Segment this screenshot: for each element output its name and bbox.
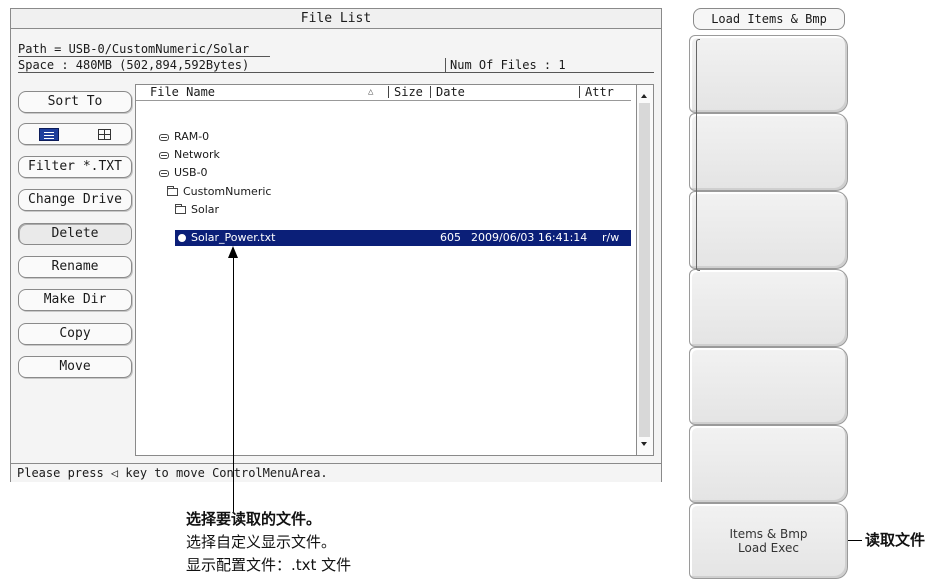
file-icon: [178, 234, 186, 242]
softkey-menu-title: Load Items & Bmp: [693, 8, 845, 30]
selected-file-row[interactable]: Solar_Power.txt 605 2009/06/03 16:41:14 …: [175, 230, 631, 246]
view-toggle[interactable]: [18, 123, 132, 145]
drive-icon: [159, 151, 169, 159]
load-exec-line-2: Load Exec: [738, 541, 799, 555]
scrollbar[interactable]: [636, 85, 653, 455]
drive-icon: [159, 169, 169, 177]
softkey-2[interactable]: [689, 113, 848, 191]
file-size: 605: [440, 231, 461, 244]
folder-icon: [175, 204, 186, 214]
softkey-4[interactable]: [689, 269, 848, 347]
space-display: Space : 480MB (502,894,592Bytes): [18, 58, 250, 72]
column-header-date[interactable]: Date: [436, 85, 465, 99]
path-display: Path = USB-0/CustomNumeric/Solar: [18, 42, 250, 56]
folder-icon: [167, 186, 178, 196]
tree-item-label: USB-0: [174, 166, 208, 179]
file-attr: r/w: [602, 231, 620, 244]
column-header-attr[interactable]: Attr: [585, 85, 614, 99]
tree-item-solar[interactable]: Solar: [175, 203, 219, 217]
header-divider: [136, 100, 631, 101]
scroll-up-icon[interactable]: [641, 94, 647, 98]
tree-item-ram-0[interactable]: RAM-0: [159, 130, 209, 144]
softkey-panel: Load Items & Bmp Items & Bmp Load Exec: [689, 8, 848, 579]
tree-item-label: Network: [174, 148, 220, 161]
pointer-line: [233, 255, 234, 512]
file-list-dialog: File List Path = USB-0/CustomNumeric/Sol…: [10, 8, 662, 482]
path-underline: [18, 56, 270, 57]
load-exec-line-1: Items & Bmp: [729, 527, 808, 541]
tree-item-network[interactable]: Network: [159, 148, 220, 162]
load-exec-label: Items & Bmp Load Exec: [690, 504, 847, 578]
softkey-6[interactable]: [689, 425, 848, 503]
tree-item-label: Solar: [191, 203, 220, 216]
file-name: Solar_Power.txt: [191, 231, 276, 244]
grid-view-icon[interactable]: [98, 128, 112, 140]
make-dir-button[interactable]: Make Dir: [18, 289, 132, 311]
scroll-down-icon[interactable]: [641, 442, 647, 446]
delete-button[interactable]: Delete: [18, 223, 132, 245]
rename-button[interactable]: Rename: [18, 256, 132, 278]
copy-button[interactable]: Copy: [18, 323, 132, 345]
annotation-line-1: 选择要读取的文件。: [186, 510, 322, 528]
tree-item-usb-0[interactable]: USB-0: [159, 166, 208, 180]
tree-item-label: CustomNumeric: [183, 185, 272, 198]
softkey-1[interactable]: [689, 35, 848, 113]
tree-item-customnumeric[interactable]: CustomNumeric: [167, 185, 271, 199]
info-underline: [18, 72, 654, 73]
load-exec-softkey[interactable]: Items & Bmp Load Exec: [689, 503, 848, 579]
drive-icon: [159, 133, 169, 141]
column-separator: [430, 86, 431, 98]
callout-line: [848, 540, 862, 541]
tree-item-label: RAM-0: [174, 130, 210, 143]
annotation-line-2: 选择自定义显示文件。: [186, 533, 337, 551]
column-header-size[interactable]: Size: [394, 85, 423, 99]
status-bar: Please press ◁ key to move ControlMenuAr…: [11, 463, 661, 482]
scroll-track[interactable]: [639, 103, 650, 437]
softkey-group-bracket: [696, 39, 700, 271]
move-button[interactable]: Move: [18, 356, 132, 378]
softkey-5[interactable]: [689, 347, 848, 425]
softkey-3[interactable]: [689, 191, 848, 269]
sort-indicator-icon: △: [368, 87, 374, 97]
file-list-panel[interactable]: File Name △ Size Date Attr RAM-0 Network…: [135, 84, 654, 456]
change-drive-button[interactable]: Change Drive: [18, 189, 132, 211]
list-view-icon[interactable]: [38, 127, 59, 141]
num-files-display: Num Of Files : 1: [445, 58, 566, 72]
column-separator: [579, 86, 580, 98]
load-file-callout: 读取文件: [865, 531, 926, 549]
column-header-name[interactable]: File Name: [150, 85, 215, 99]
filter-button[interactable]: Filter *.TXT: [18, 156, 132, 178]
annotation-line-3: 显示配置文件：.txt 文件: [186, 556, 352, 574]
sort-to-button[interactable]: Sort To: [18, 91, 132, 113]
file-date: 2009/06/03 16:41:14: [471, 231, 588, 244]
column-separator: [388, 86, 389, 98]
dialog-title: File List: [11, 9, 661, 29]
